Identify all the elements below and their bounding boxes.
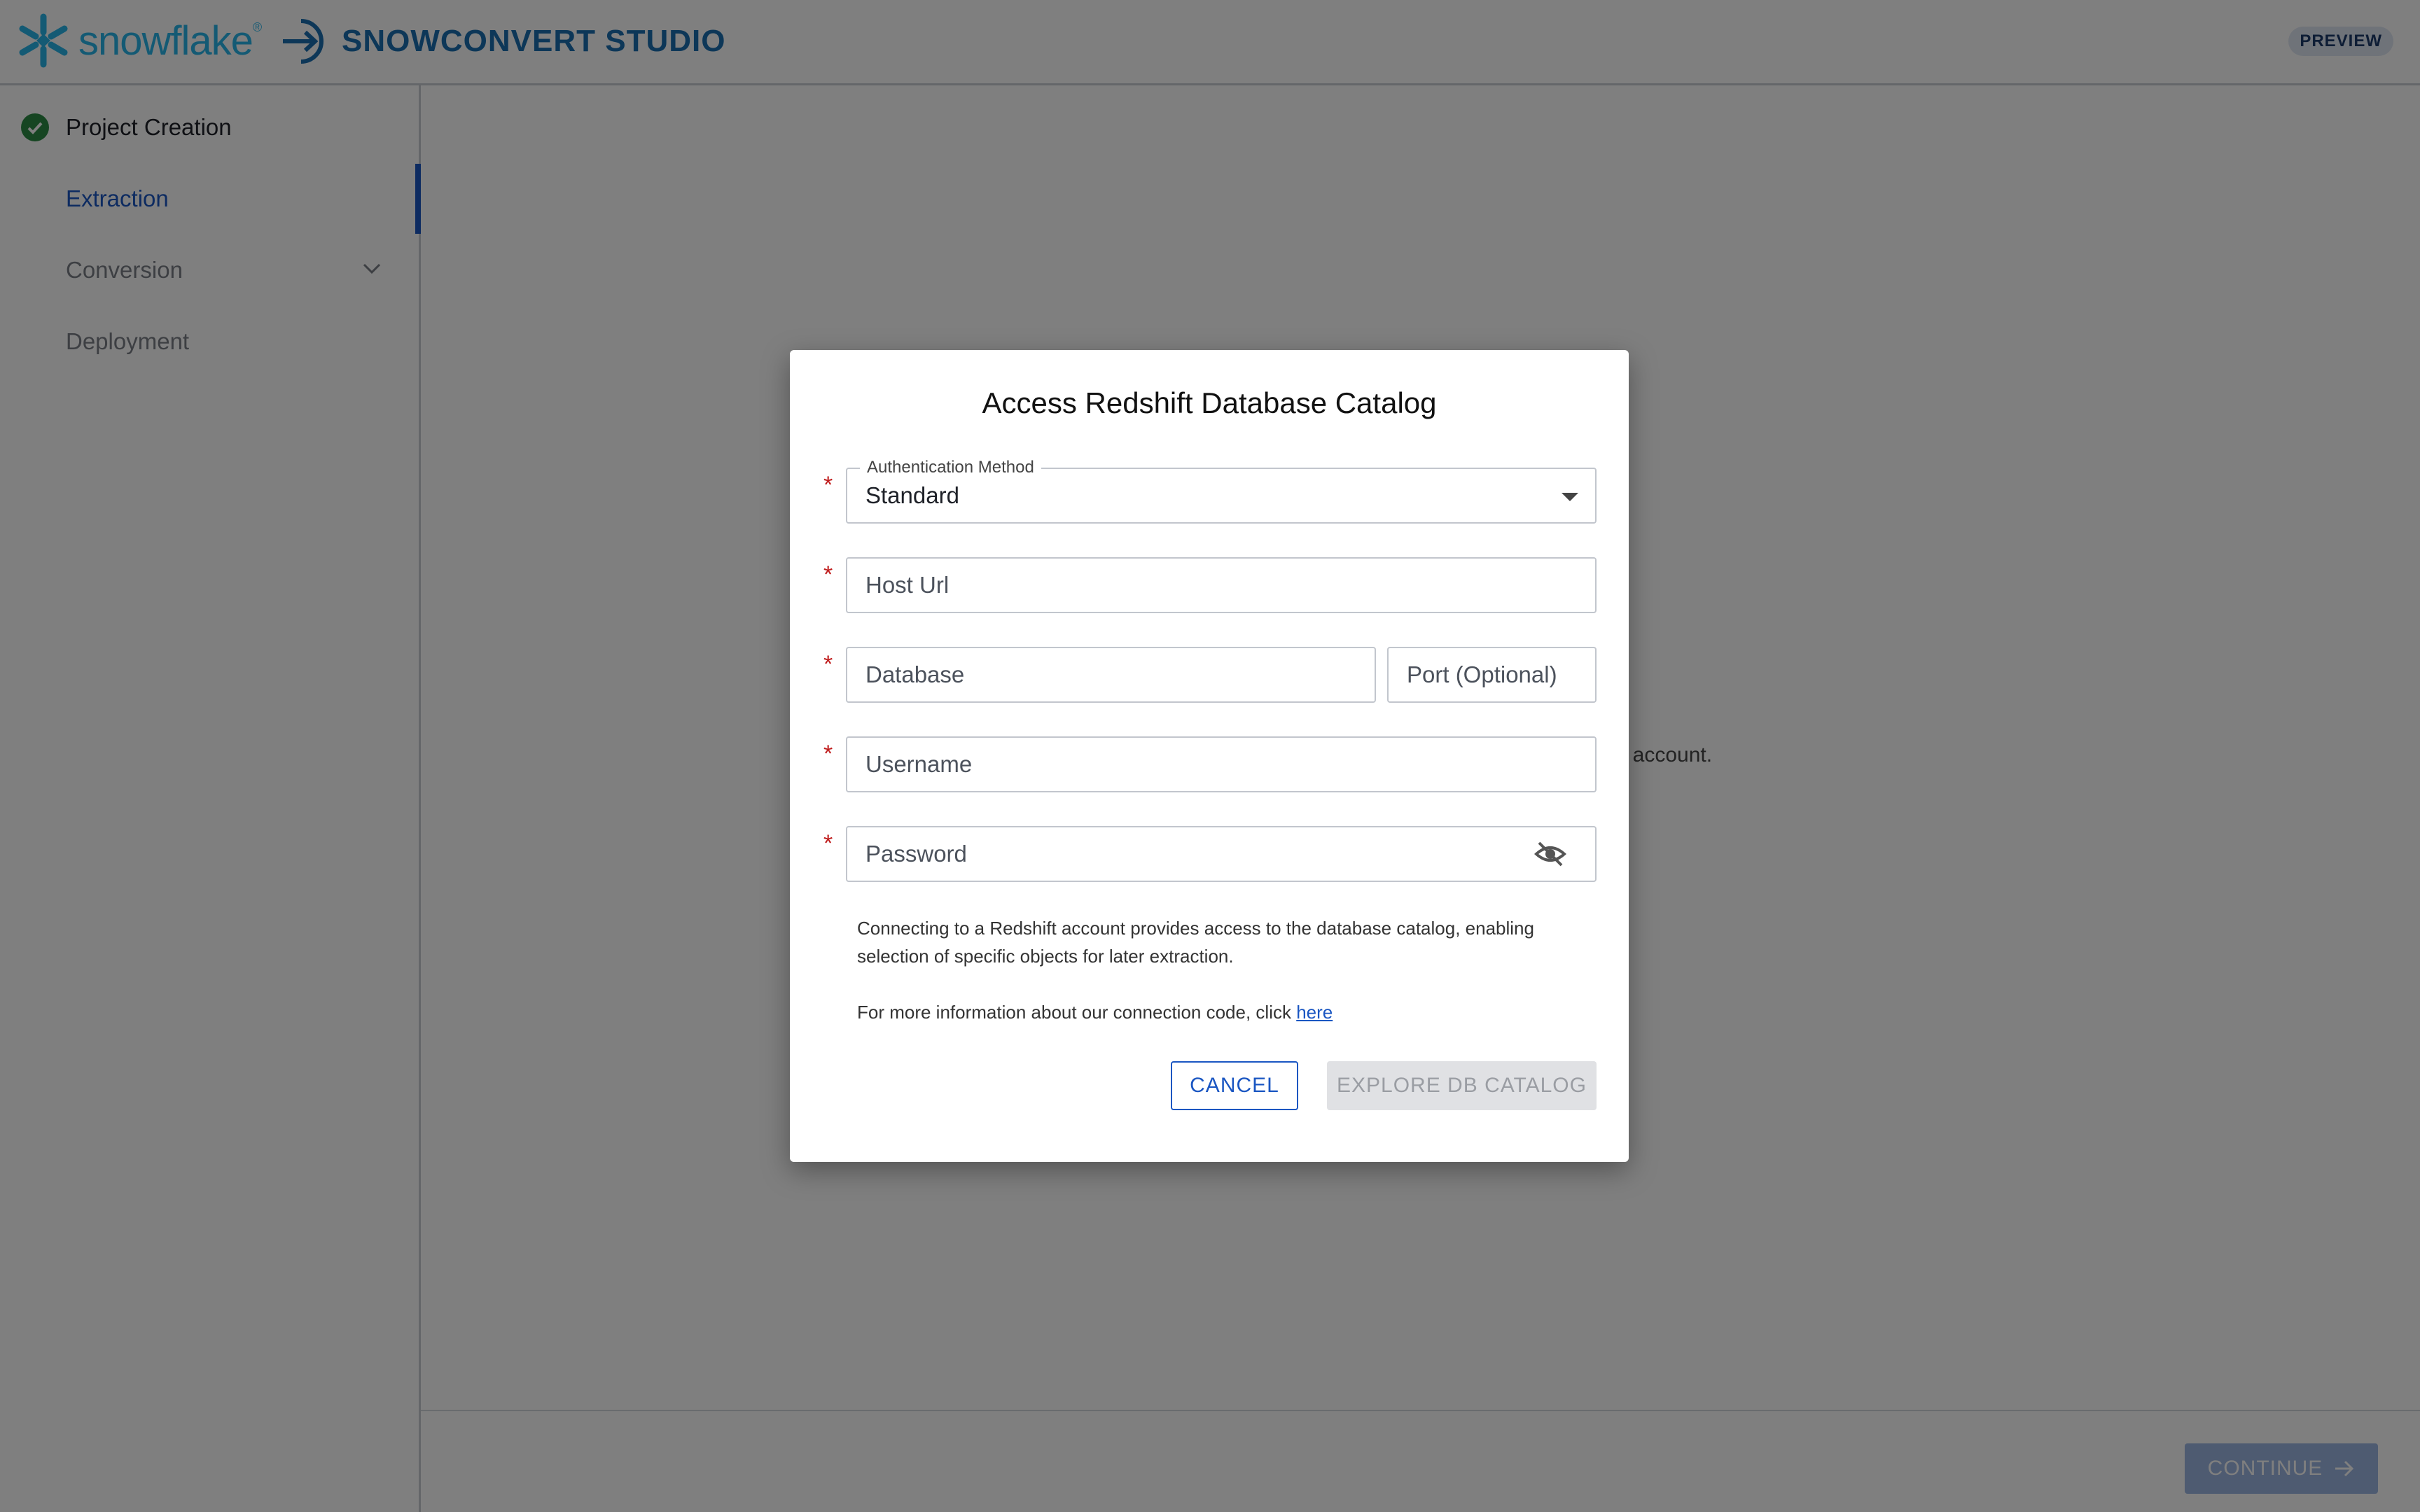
required-marker: * [823,651,833,678]
required-marker: * [823,472,833,498]
host-url-input[interactable] [865,559,1464,612]
database-field[interactable] [846,647,1376,703]
info-text: Connecting to a Redshift account provide… [857,918,1534,967]
required-marker: * [823,561,833,588]
more-info-link[interactable]: here [1296,1002,1333,1023]
port-field[interactable] [1387,647,1597,703]
auth-method-value: Standard [865,482,959,508]
cancel-button[interactable]: CANCEL [1171,1061,1298,1110]
host-url-field[interactable] [846,557,1597,613]
required-marker: * [823,741,833,767]
dialog-title: Access Redshift Database Catalog [982,386,1437,419]
dropdown-arrow-icon [1562,493,1578,501]
username-input[interactable] [865,738,1464,791]
app-root: snowflake® SNOWCONVERT STUDIO PREVIEW Pr… [0,0,2420,1512]
auth-method-select[interactable]: Authentication Method Standard [846,458,1597,524]
more-info-prefix: For more information about our connectio… [857,1002,1297,1023]
username-field[interactable] [846,736,1597,792]
more-info-text: For more information about our connectio… [857,998,1585,1026]
port-input[interactable] [1407,648,1589,701]
explore-db-catalog-button[interactable]: EXPLORE DB CATALOG [1327,1061,1597,1110]
password-input[interactable] [865,827,1464,881]
database-input[interactable] [865,648,1288,701]
visibility-off-icon[interactable] [1534,840,1567,868]
redshift-catalog-dialog: Access Redshift Database Catalog * Authe… [790,350,1629,1162]
password-field[interactable] [846,826,1597,882]
required-marker: * [823,830,833,857]
